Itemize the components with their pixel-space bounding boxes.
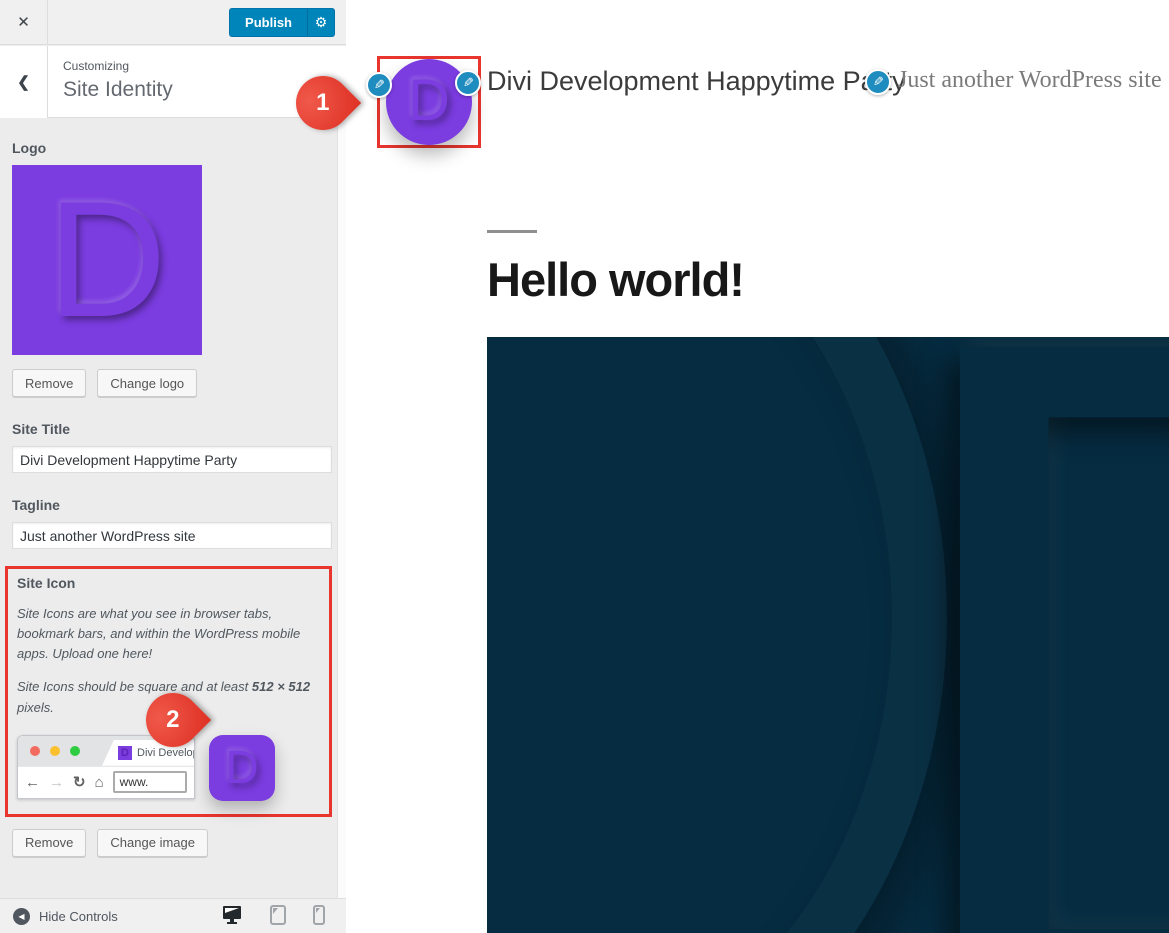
post-title[interactable]: Hello world! bbox=[487, 252, 744, 307]
pencil-icon: ✎ bbox=[463, 75, 474, 91]
site-icon-description: Site Icons are what you see in browser t… bbox=[17, 604, 320, 664]
remove-logo-button[interactable]: Remove bbox=[12, 369, 86, 397]
back-button[interactable]: ❮ bbox=[0, 46, 48, 118]
address-bar: www. bbox=[113, 771, 187, 793]
pencil-icon: ✎ bbox=[374, 77, 385, 93]
device-preview-switcher bbox=[221, 905, 333, 927]
publish-settings-button[interactable]: ⚙ bbox=[307, 8, 335, 37]
publish-button[interactable]: Publish bbox=[229, 8, 307, 37]
tab-title: Divi Develop bbox=[137, 747, 194, 759]
panel-header-titles: Customizing Site Identity bbox=[63, 59, 173, 102]
logo-buttons: Remove Change logo bbox=[12, 369, 325, 397]
forward-arrow-icon: → bbox=[49, 775, 64, 790]
traffic-light-red-icon bbox=[30, 746, 40, 756]
pencil-icon: ✎ bbox=[873, 74, 884, 90]
back-arrow-icon: ← bbox=[25, 775, 40, 790]
hide-controls-button[interactable]: ◀ Hide Controls bbox=[13, 908, 118, 925]
requirement-suffix: pixels. bbox=[17, 700, 54, 715]
browser-toolbar: ← → ↻ ⌂ www. bbox=[18, 766, 194, 798]
traffic-light-yellow-icon bbox=[50, 746, 60, 756]
logo-preview-image: D bbox=[12, 165, 202, 355]
edit-tagline-shortcut-button[interactable]: ✎ bbox=[865, 69, 891, 95]
sidebar-scrollbar[interactable] bbox=[337, 118, 346, 898]
logo-label: Logo bbox=[12, 140, 325, 156]
gear-icon: ⚙ bbox=[315, 14, 328, 30]
post-divider bbox=[487, 230, 537, 233]
controls-panel: Logo D Remove Change logo Site Title Tag… bbox=[0, 118, 337, 898]
refresh-icon: ↻ bbox=[73, 775, 86, 790]
chevron-left-icon: ❮ bbox=[17, 74, 30, 91]
close-customizer-button[interactable]: ✕ bbox=[0, 0, 48, 44]
close-icon: ✕ bbox=[17, 14, 30, 31]
site-title-input[interactable] bbox=[12, 446, 332, 473]
wordpress-customizer: ✕ Publish ⚙ ❮ Customizing Site Identity … bbox=[0, 0, 1169, 933]
collapse-arrow-icon: ◀ bbox=[13, 908, 30, 925]
preview-site-title[interactable]: Divi Development Happytime Party bbox=[487, 66, 906, 97]
app-icon-letter: D bbox=[225, 741, 258, 793]
site-icon-section-highlighted: Site Icon Site Icons are what you see in… bbox=[5, 566, 332, 817]
edit-logo-shortcut-button[interactable]: ✎ bbox=[366, 72, 392, 98]
requirement-size: 512 × 512 bbox=[252, 679, 310, 694]
featured-image: D bbox=[487, 337, 1169, 933]
change-image-button[interactable]: Change image bbox=[97, 829, 208, 857]
tagline-input[interactable] bbox=[12, 522, 332, 549]
mobile-preview-button[interactable] bbox=[313, 905, 325, 927]
preview-tagline: Just another WordPress site bbox=[898, 67, 1162, 94]
annotation-step-2-number: 2 bbox=[166, 706, 179, 734]
panel-title: Site Identity bbox=[63, 78, 173, 102]
tab-favicon-icon: D bbox=[118, 746, 132, 760]
home-icon: ⌂ bbox=[95, 775, 104, 790]
tablet-preview-button[interactable] bbox=[270, 905, 286, 927]
site-logo-letter: D bbox=[408, 68, 450, 133]
site-icon-label: Site Icon bbox=[17, 575, 320, 591]
customizer-topbar: ✕ Publish ⚙ bbox=[0, 0, 346, 45]
breadcrumb: Customizing bbox=[63, 59, 173, 73]
traffic-light-green-icon bbox=[70, 746, 80, 756]
featured-letter: D bbox=[882, 337, 1169, 933]
tagline-field-group: Tagline bbox=[12, 497, 325, 549]
mobile-icon bbox=[313, 905, 325, 925]
change-logo-button[interactable]: Change logo bbox=[97, 369, 197, 397]
site-icon-app-preview: D bbox=[209, 735, 275, 801]
site-title-label: Site Title bbox=[12, 421, 325, 437]
hide-controls-label: Hide Controls bbox=[39, 909, 118, 924]
logo-letter: D bbox=[47, 167, 166, 351]
site-icon-buttons: Remove Change image bbox=[12, 829, 325, 857]
annotation-step-1-number: 1 bbox=[316, 89, 329, 117]
site-preview: ✎ D ✎ Divi Development Happytime Party ✎… bbox=[346, 0, 1169, 933]
publish-actions: Publish ⚙ bbox=[229, 8, 335, 37]
requirement-text: Site Icons should be square and at least bbox=[17, 679, 252, 694]
desktop-icon bbox=[221, 905, 243, 925]
site-title-field-group: Site Title bbox=[12, 421, 325, 473]
edit-site-title-shortcut-button[interactable]: ✎ bbox=[455, 70, 481, 96]
tagline-label: Tagline bbox=[12, 497, 325, 513]
tablet-icon bbox=[270, 905, 286, 925]
featured-ring-shape bbox=[487, 337, 947, 933]
remove-site-icon-button[interactable]: Remove bbox=[12, 829, 86, 857]
panel-header: ❮ Customizing Site Identity bbox=[0, 46, 346, 118]
customizer-sidebar: ✕ Publish ⚙ ❮ Customizing Site Identity … bbox=[0, 0, 346, 933]
customizer-footer: ◀ Hide Controls bbox=[0, 898, 346, 933]
desktop-preview-button[interactable] bbox=[221, 905, 243, 927]
